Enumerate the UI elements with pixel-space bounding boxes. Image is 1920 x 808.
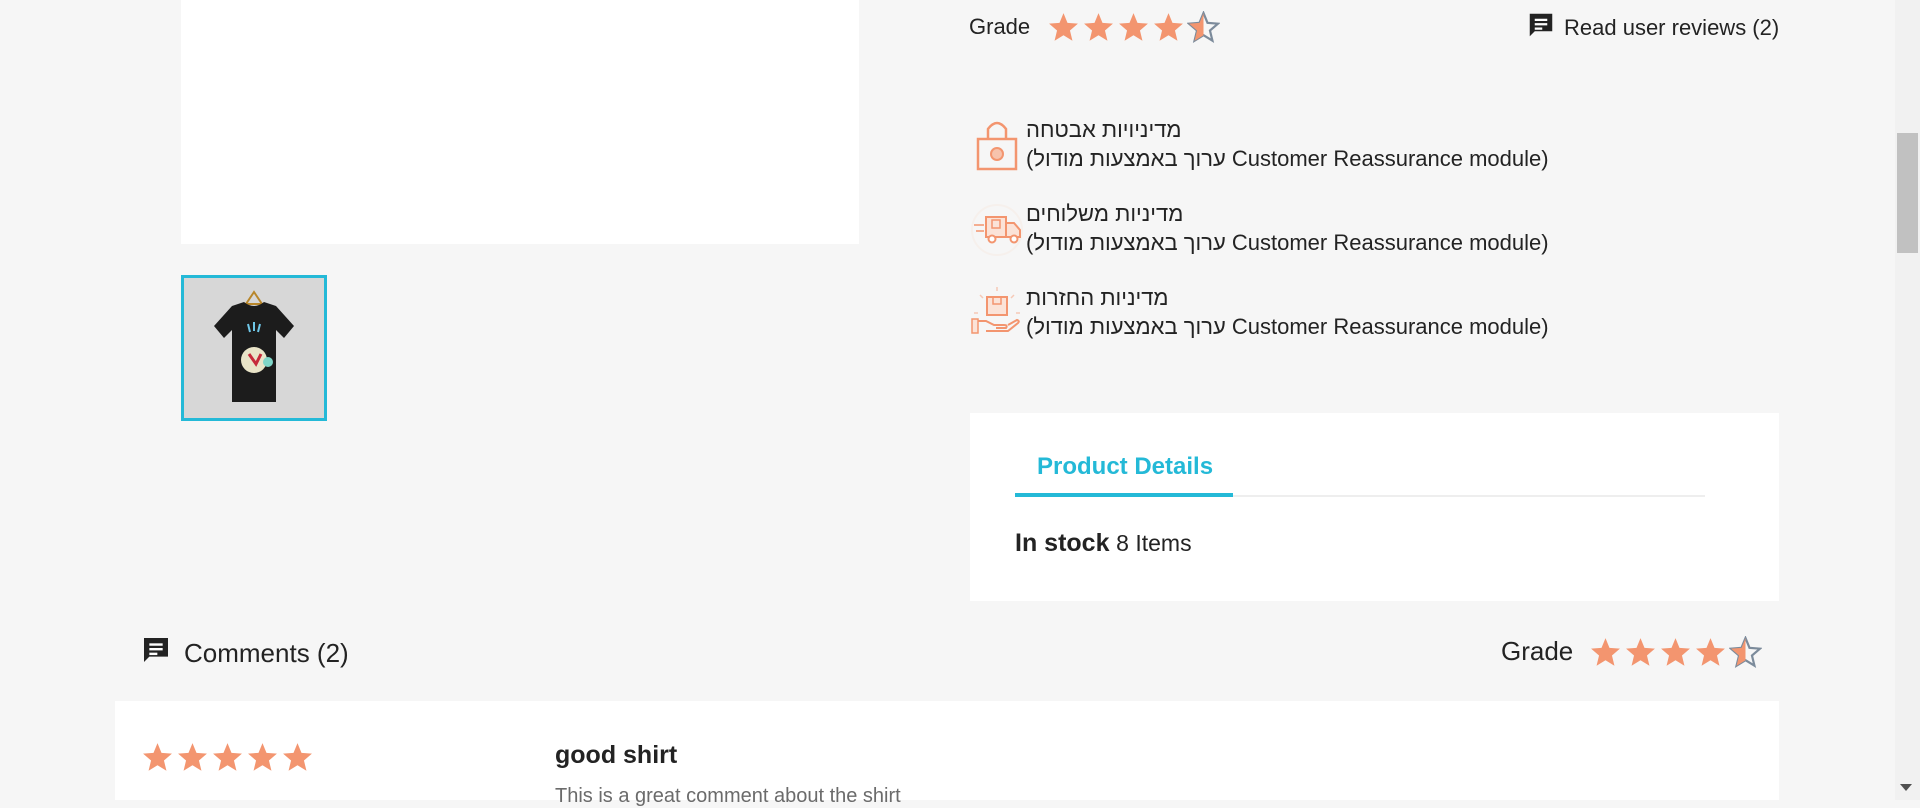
product-details-card: Product Details In stock 8 Items bbox=[970, 413, 1779, 601]
return-box-icon bbox=[970, 283, 1024, 337]
reassurance-security: מדיניויות אבטחה (ערוך באמצעות מודול Cust… bbox=[970, 115, 1549, 173]
review-card: good shirt This is a great comment about… bbox=[115, 701, 1779, 807]
reassurance-shipping: מדיניות משלוחים (ערוך באמצעות מודול Cust… bbox=[970, 199, 1549, 257]
reassurance-title: מדיניויות אבטחה bbox=[1026, 117, 1182, 142]
star-full-icon bbox=[1694, 636, 1727, 669]
read-reviews-label: Read user reviews (2) bbox=[1564, 15, 1780, 40]
star-full-icon bbox=[246, 741, 279, 774]
star-full-icon bbox=[1082, 11, 1115, 44]
read-reviews-link[interactable]: Read user reviews (2) bbox=[1526, 10, 1779, 46]
reassurance-title: מדיניות משלוחים bbox=[1026, 201, 1184, 226]
reassurance-desc: (ערוך באמצעות מודול Customer Reassurance… bbox=[1026, 146, 1549, 171]
comments-header: Comments (2) bbox=[140, 634, 349, 673]
stock-status: In stock 8 Items bbox=[1015, 529, 1192, 558]
reassurance-title: מדיניות החזרות bbox=[1026, 285, 1169, 310]
star-full-icon bbox=[281, 741, 314, 774]
comment-icon bbox=[1526, 10, 1556, 46]
product-thumbnail[interactable] bbox=[181, 275, 327, 421]
star-full-icon bbox=[1152, 11, 1185, 44]
tab-divider bbox=[1233, 495, 1705, 497]
star-full-icon bbox=[211, 741, 244, 774]
truck-icon bbox=[970, 199, 1024, 256]
star-full-icon bbox=[1589, 636, 1622, 669]
reassurance-desc: (ערוך באמצעות מודול Customer Reassurance… bbox=[1026, 230, 1549, 255]
grade-label: Grade bbox=[969, 14, 1031, 39]
star-full-icon bbox=[176, 741, 209, 774]
review-body: This is a great comment about the shirt bbox=[555, 785, 901, 807]
star-full-icon bbox=[1624, 636, 1657, 669]
tab-product-details[interactable]: Product Details bbox=[1015, 453, 1233, 497]
grade-stars bbox=[1047, 11, 1220, 44]
star-full-icon bbox=[1117, 11, 1150, 44]
comments-grade-label: Grade bbox=[1501, 636, 1574, 666]
star-full-icon bbox=[1659, 636, 1692, 669]
star-full-icon bbox=[141, 741, 174, 774]
star-full-icon bbox=[1047, 11, 1080, 44]
reassurance-returns: מדיניות החזרות (ערוך באמצעות מודול Custo… bbox=[970, 283, 1549, 341]
comment-icon bbox=[140, 634, 172, 673]
stock-count: 8 Items bbox=[1116, 530, 1192, 556]
star-half-icon bbox=[1729, 636, 1762, 669]
review-stars bbox=[141, 741, 314, 774]
comments-title: Comments (2) bbox=[184, 638, 349, 668]
lock-icon bbox=[970, 115, 1024, 171]
product-main-image bbox=[181, 0, 859, 244]
star-half-icon bbox=[1187, 11, 1220, 44]
reassurance-desc: (ערוך באמצעות מודול Customer Reassurance… bbox=[1026, 314, 1549, 339]
page-scrollbar[interactable] bbox=[1895, 0, 1920, 800]
scroll-down-arrow[interactable] bbox=[1900, 784, 1912, 791]
scrollbar-thumb[interactable] bbox=[1897, 133, 1918, 253]
comments-grade-stars bbox=[1589, 636, 1762, 669]
stock-label: In stock bbox=[1015, 529, 1110, 557]
review-title: good shirt bbox=[555, 741, 678, 769]
tshirt-image bbox=[184, 278, 324, 418]
